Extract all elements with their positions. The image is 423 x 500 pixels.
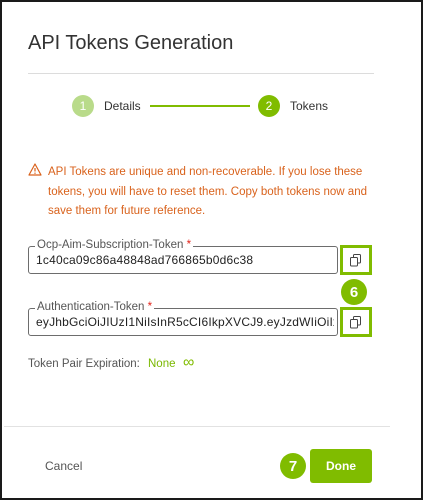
- copy-icon: [350, 253, 361, 266]
- expiration-label: Token Pair Expiration:: [28, 358, 140, 370]
- authentication-token-label: Authentication-Token *: [35, 301, 155, 314]
- authentication-token-field[interactable]: Authentication-Token * eyJhbGciOiJIUzI1N…: [28, 301, 338, 336]
- infinity-icon: ∞: [183, 354, 195, 371]
- dialog-title: API Tokens Generation: [28, 32, 234, 54]
- subscription-token-value[interactable]: 1c40ca09c86a48848ad766865b0d6c38: [36, 253, 334, 267]
- footer-divider: [4, 426, 390, 427]
- required-mark: *: [147, 301, 153, 313]
- copy-authentication-token-button[interactable]: [340, 307, 372, 337]
- cancel-button[interactable]: Cancel: [45, 459, 82, 473]
- subscription-token-field[interactable]: Ocp-Aim-Subscription-Token * 1c40ca09c86…: [28, 239, 338, 274]
- done-button[interactable]: Done: [310, 449, 372, 483]
- subscription-token-label: Ocp-Aim-Subscription-Token *: [35, 239, 194, 252]
- step-1-label: Details: [104, 99, 141, 113]
- authentication-token-value[interactable]: eyJhbGciOiJIUzI1NiIsInR5cCI6IkpXVCJ9.eyJ…: [36, 315, 334, 329]
- callout-badge-6: 6: [341, 279, 367, 305]
- dialog: API Tokens Generation 1 Details 2 Tokens…: [0, 0, 423, 500]
- warning-message: API Tokens are unique and non-recoverabl…: [48, 166, 367, 217]
- copy-icon: [350, 315, 361, 328]
- expiration-value: None: [148, 358, 176, 370]
- callout-badge-7: 7: [280, 453, 306, 479]
- step-2-indicator: 2: [258, 95, 280, 117]
- step-2-label: Tokens: [290, 99, 329, 113]
- step-1-indicator: 1: [72, 95, 94, 117]
- title-divider: [28, 73, 374, 74]
- required-mark: *: [186, 239, 192, 251]
- copy-subscription-token-button[interactable]: [340, 245, 372, 275]
- step-connector: [150, 105, 250, 107]
- warning-triangle-icon: [28, 163, 42, 176]
